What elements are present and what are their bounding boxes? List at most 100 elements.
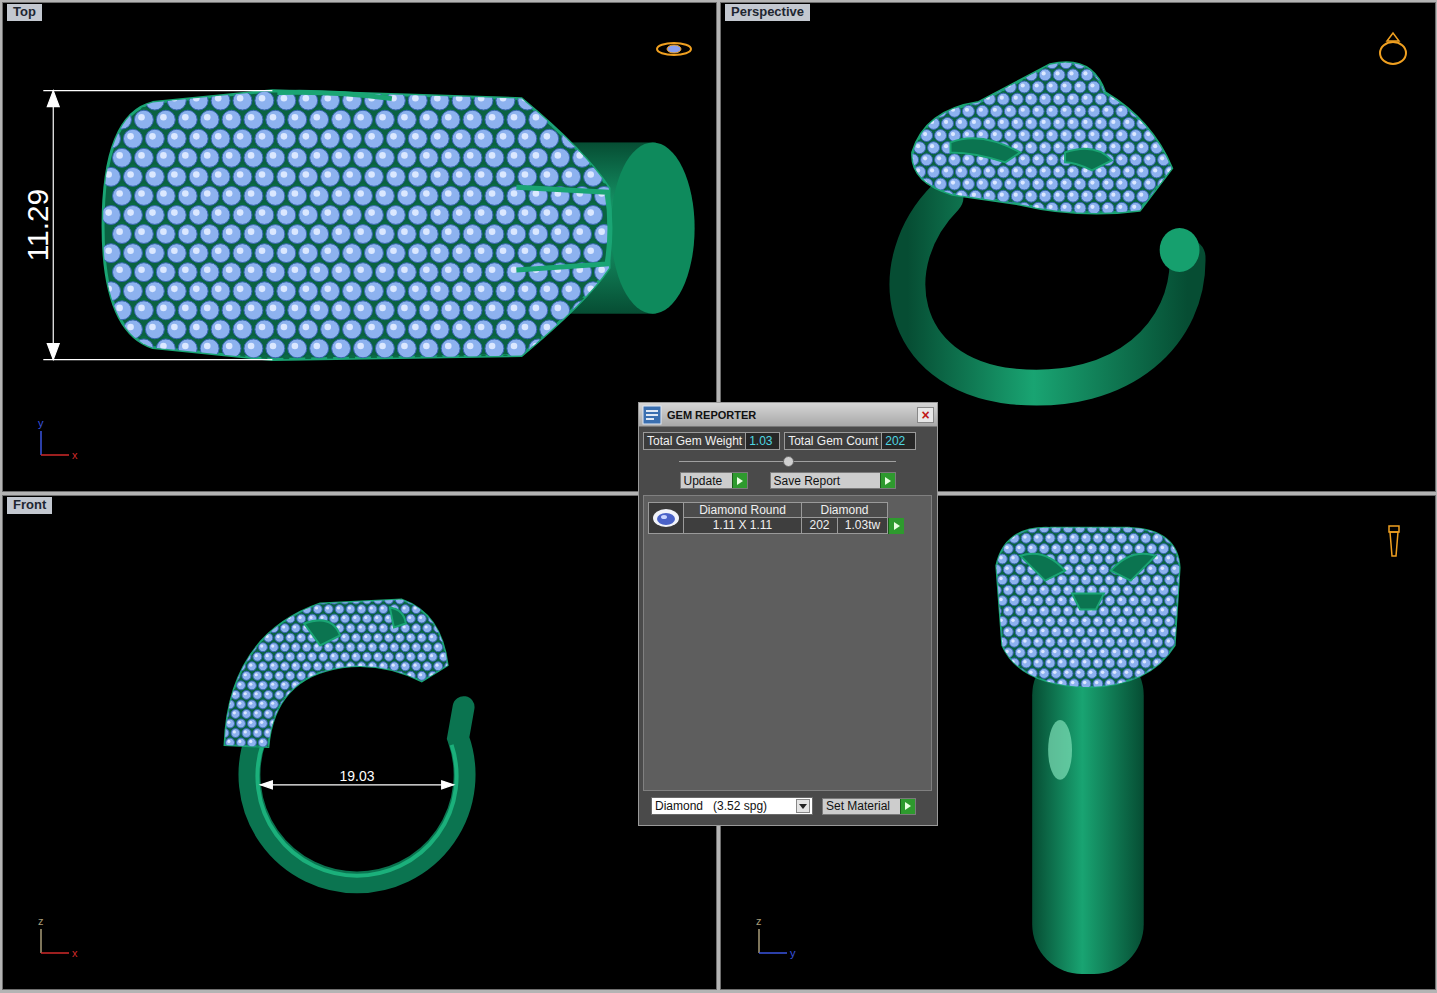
gem-highlight bbox=[303, 324, 310, 331]
gem-highlight bbox=[1035, 205, 1039, 209]
diamond-gem bbox=[1095, 93, 1107, 105]
diamond-gem bbox=[275, 595, 284, 604]
gem-highlight bbox=[1104, 132, 1108, 136]
diamond-gem bbox=[914, 69, 926, 81]
gem-highlight bbox=[271, 606, 274, 609]
gem-highlight bbox=[478, 95, 485, 102]
gem-highlight bbox=[313, 305, 320, 312]
gem-highlight bbox=[958, 168, 962, 172]
diamond-gem bbox=[595, 339, 614, 358]
gem-highlight bbox=[281, 95, 288, 102]
gem-highlight bbox=[320, 597, 323, 600]
gem-highlight bbox=[401, 152, 408, 159]
diamond-gem bbox=[496, 282, 515, 301]
gem-highlight bbox=[478, 324, 485, 331]
gem-highlight bbox=[1090, 59, 1094, 63]
gem-highlight bbox=[1125, 120, 1129, 124]
gem-highlight bbox=[270, 190, 277, 197]
diamond-gem bbox=[134, 225, 153, 244]
gem-highlight bbox=[1021, 83, 1025, 87]
diamond-gem bbox=[1004, 105, 1016, 117]
diamond-gem bbox=[551, 339, 570, 358]
gem-highlight bbox=[445, 152, 452, 159]
diamond-gem bbox=[430, 282, 449, 301]
diamond-gem bbox=[134, 148, 153, 167]
viewport-label[interactable]: Perspective bbox=[725, 4, 810, 21]
gem-highlight bbox=[500, 324, 507, 331]
diamond-gem bbox=[949, 81, 961, 93]
gem-highlight bbox=[324, 95, 331, 102]
gem-highlight bbox=[456, 95, 463, 102]
gem-highlight bbox=[292, 305, 299, 312]
diamond-gem bbox=[242, 595, 251, 604]
diamond-gem bbox=[1032, 81, 1044, 93]
gem-highlight bbox=[105, 324, 112, 331]
gem-highlight bbox=[303, 133, 310, 140]
gem-highlight bbox=[403, 606, 406, 609]
viewport-label[interactable]: Top bbox=[7, 4, 42, 21]
gem-highlight bbox=[116, 114, 123, 121]
top-viewport[interactable]: Top11.29yx bbox=[2, 2, 717, 492]
diamond-gem bbox=[368, 624, 377, 633]
diamond-gem bbox=[441, 225, 460, 244]
diamond-gem bbox=[518, 320, 537, 339]
gem-highlight bbox=[1125, 71, 1129, 75]
gem-highlight bbox=[916, 193, 920, 197]
gem-highlight bbox=[259, 324, 266, 331]
gem-highlight bbox=[127, 247, 134, 254]
diamond-gem bbox=[430, 320, 449, 339]
gem-highlight bbox=[346, 286, 353, 293]
gem-highlight bbox=[1076, 132, 1080, 136]
gem-highlight bbox=[1076, 83, 1080, 87]
gem-highlight bbox=[467, 266, 474, 273]
viewport-label[interactable]: Front bbox=[7, 497, 52, 514]
diamond-gem bbox=[496, 320, 515, 339]
diamond-gem bbox=[1123, 166, 1135, 178]
gem-highlight bbox=[951, 59, 955, 63]
diamond-gem bbox=[1137, 190, 1149, 202]
diamond-gem bbox=[1116, 130, 1128, 142]
diamond-gem bbox=[375, 148, 394, 167]
diamond-gem bbox=[156, 263, 175, 282]
gem-highlight bbox=[270, 228, 277, 235]
gem-highlight bbox=[944, 71, 948, 75]
gem-highlight bbox=[965, 59, 969, 63]
diamond-gem bbox=[145, 320, 164, 339]
gem-highlight bbox=[522, 286, 529, 293]
diamond-gem bbox=[330, 614, 339, 623]
diamond-gem bbox=[1130, 57, 1142, 69]
diamond-gem bbox=[496, 206, 515, 225]
diamond-gem bbox=[419, 339, 438, 358]
gem-highlight bbox=[171, 209, 178, 216]
diamond-gem bbox=[1123, 117, 1135, 129]
gem-highlight bbox=[423, 266, 430, 273]
diamond-gem bbox=[310, 110, 329, 129]
front-viewport[interactable]: Front19.03zx bbox=[2, 495, 717, 990]
diamond-gem bbox=[341, 614, 350, 623]
diamond-gem bbox=[907, 154, 919, 166]
prong bbox=[415, 603, 418, 606]
gem-highlight bbox=[379, 343, 386, 350]
gem-highlight bbox=[390, 209, 397, 216]
gem-highlight bbox=[965, 180, 969, 184]
diamond-gem bbox=[1018, 105, 1030, 117]
diamond-gem bbox=[386, 167, 405, 186]
diamond-gem bbox=[507, 225, 526, 244]
diamond-gem bbox=[244, 148, 263, 167]
diamond-gem bbox=[1074, 57, 1086, 69]
diamond-gem bbox=[299, 129, 318, 148]
gem-highlight bbox=[303, 95, 310, 102]
diamond-gem bbox=[507, 263, 526, 282]
diamond-gem bbox=[1109, 117, 1121, 129]
gem-highlight bbox=[993, 83, 997, 87]
gem-highlight bbox=[215, 209, 222, 216]
diamond-gem bbox=[1158, 202, 1170, 214]
band-end bbox=[1160, 228, 1200, 272]
gem-highlight bbox=[511, 228, 518, 235]
gem-highlight bbox=[489, 114, 496, 121]
gem-highlight bbox=[930, 144, 934, 148]
